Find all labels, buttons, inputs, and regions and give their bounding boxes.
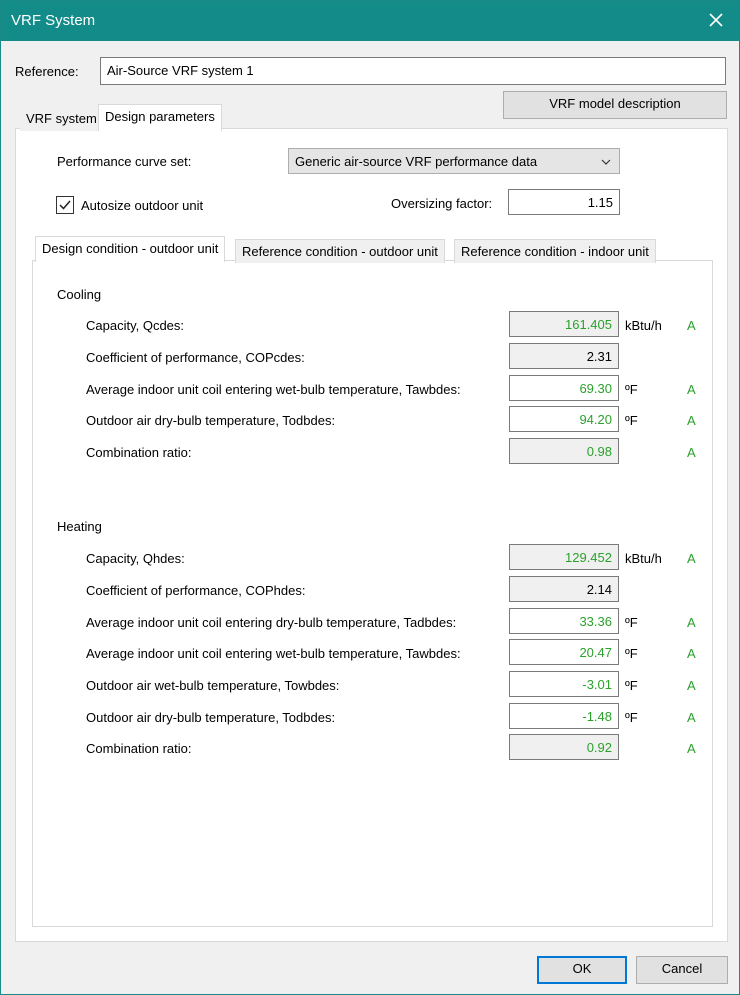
cancel-button[interactable]: Cancel bbox=[636, 956, 728, 984]
chevron-down-icon bbox=[601, 159, 611, 165]
unit-label: ºF bbox=[625, 710, 638, 725]
unit-label: kBtu/h bbox=[625, 551, 662, 566]
row-label: Average indoor unit coil entering wet-bu… bbox=[86, 646, 461, 661]
autosize-flag: A bbox=[687, 678, 696, 693]
combination-ratio-heating-field: 0.92 bbox=[509, 734, 619, 760]
heating-heading: Heating bbox=[57, 519, 102, 534]
autosize-flag: A bbox=[687, 551, 696, 566]
tawbdes-heating-input[interactable]: 20.47 bbox=[509, 639, 619, 665]
window-title: VRF System bbox=[11, 12, 96, 29]
row-label: Outdoor air dry-bulb temperature, Todbde… bbox=[86, 413, 336, 428]
tab-reference-condition-indoor[interactable]: Reference condition - indoor unit bbox=[454, 239, 656, 263]
autosize-flag: A bbox=[687, 741, 696, 756]
row-label: Combination ratio: bbox=[86, 741, 192, 756]
tawbdes-cooling-input[interactable]: 69.30 bbox=[509, 375, 619, 401]
performance-curve-selected: Generic air-source VRF performance data bbox=[295, 154, 538, 169]
unit-label: ºF bbox=[625, 413, 638, 428]
autosize-flag: A bbox=[687, 615, 696, 630]
tab-reference-condition-outdoor[interactable]: Reference condition - outdoor unit bbox=[235, 239, 445, 263]
unit-label: kBtu/h bbox=[625, 318, 662, 333]
cop-cdes-field: 2.31 bbox=[509, 343, 619, 369]
row-label: Average indoor unit coil entering dry-bu… bbox=[86, 615, 457, 630]
todbdes-heating-input[interactable]: -1.48 bbox=[509, 703, 619, 729]
oversizing-input[interactable]: 1.15 bbox=[508, 189, 620, 215]
tab-vrf-system[interactable]: VRF system bbox=[20, 107, 103, 131]
performance-curve-label: Performance curve set: bbox=[57, 154, 192, 169]
row-label: Capacity, Qcdes: bbox=[86, 318, 185, 333]
autosize-checkbox[interactable] bbox=[56, 196, 74, 214]
row-label: Outdoor air wet-bulb temperature, Towbde… bbox=[86, 678, 340, 693]
unit-label: ºF bbox=[625, 646, 638, 661]
combination-ratio-cooling-field: 0.98 bbox=[509, 438, 619, 464]
vrf-model-description-button[interactable]: VRF model description bbox=[503, 91, 727, 119]
performance-curve-dropdown[interactable]: Generic air-source VRF performance data bbox=[288, 148, 620, 174]
title-bar: VRF System bbox=[1, 1, 739, 41]
ok-button[interactable]: OK bbox=[537, 956, 627, 984]
vrf-system-dialog: VRF System Reference: Air-Source VRF sys… bbox=[0, 0, 740, 995]
autosize-flag: A bbox=[687, 413, 696, 428]
unit-label: ºF bbox=[625, 382, 638, 397]
tab-design-condition-outdoor[interactable]: Design condition - outdoor unit bbox=[35, 236, 226, 262]
unit-label: ºF bbox=[625, 615, 638, 630]
towbdes-heating-input[interactable]: -3.01 bbox=[509, 671, 619, 697]
unit-label: ºF bbox=[625, 678, 638, 693]
row-label: Coefficient of performance, COPhdes: bbox=[86, 583, 306, 598]
cop-hdes-field: 2.14 bbox=[509, 576, 619, 602]
row-label: Outdoor air dry-bulb temperature, Todbde… bbox=[86, 710, 336, 725]
autosize-flag: A bbox=[687, 445, 696, 460]
cooling-heading: Cooling bbox=[57, 287, 102, 302]
row-label: Coefficient of performance, COPcdes: bbox=[86, 350, 305, 365]
row-label: Capacity, Qhdes: bbox=[86, 551, 185, 566]
reference-label: Reference: bbox=[15, 64, 79, 79]
autosize-flag: A bbox=[687, 646, 696, 661]
autosize-flag: A bbox=[687, 382, 696, 397]
check-icon bbox=[59, 200, 71, 210]
capacity-qhdes-field: 129.452 bbox=[509, 544, 619, 570]
autosize-flag: A bbox=[687, 710, 696, 725]
autosize-flag: A bbox=[687, 318, 696, 333]
oversizing-label: Oversizing factor: bbox=[391, 196, 493, 211]
tab-design-parameters[interactable]: Design parameters bbox=[98, 104, 222, 131]
row-label: Combination ratio: bbox=[86, 445, 192, 460]
close-icon[interactable] bbox=[705, 9, 727, 31]
todbdes-cooling-input[interactable]: 94.20 bbox=[509, 406, 619, 432]
tadbdes-heating-input[interactable]: 33.36 bbox=[509, 608, 619, 634]
capacity-qcdes-field: 161.405 bbox=[509, 311, 619, 337]
row-label: Average indoor unit coil entering wet-bu… bbox=[86, 382, 461, 397]
reference-input[interactable]: Air-Source VRF system 1 bbox=[100, 57, 726, 85]
autosize-label: Autosize outdoor unit bbox=[81, 198, 204, 213]
